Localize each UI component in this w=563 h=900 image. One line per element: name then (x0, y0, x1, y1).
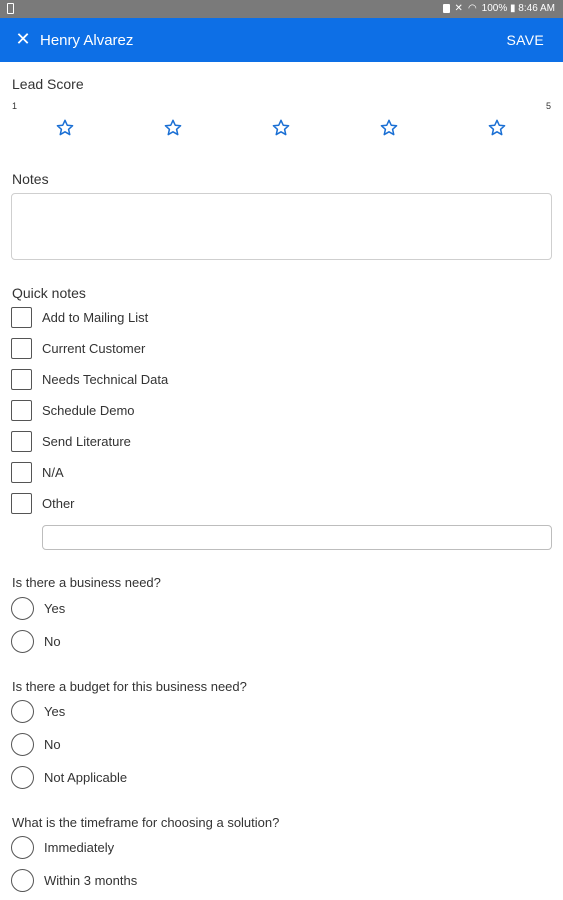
checkbox-box[interactable] (11, 306, 32, 328)
checkbox-label: Add to Mailing List (42, 309, 149, 325)
notes-label: Notes (12, 171, 49, 187)
star-icon[interactable] (163, 118, 183, 138)
checkbox-label: Schedule Demo (42, 402, 135, 418)
radio-button[interactable] (11, 766, 34, 789)
lead-score-min-label: 1 (12, 101, 18, 111)
sim-card-icon (7, 3, 14, 14)
quick-note-checkbox[interactable]: Other (11, 492, 75, 514)
app-bar: ✕ Henry Alvarez SAVE (0, 18, 563, 62)
checkbox-box[interactable] (11, 399, 32, 421)
checkbox-box[interactable] (11, 368, 32, 390)
checkbox-label: Current Customer (42, 340, 146, 356)
quick-note-checkbox[interactable]: N/A (11, 461, 64, 483)
checkbox-label: Other (42, 495, 75, 511)
battery-saver-icon (442, 4, 450, 13)
radio-button[interactable] (11, 733, 34, 756)
radio-button[interactable] (11, 869, 34, 892)
radio-label: Within 3 months (44, 873, 138, 888)
radio-button[interactable] (11, 630, 34, 653)
page-title: Henry Alvarez (40, 32, 134, 49)
radio-button[interactable] (11, 700, 34, 723)
mute-icon: ✕ (454, 3, 463, 14)
lead-score-label: Lead Score (12, 76, 84, 92)
star-icon[interactable] (487, 118, 507, 138)
checkbox-box[interactable] (11, 461, 32, 483)
notes-input[interactable] (11, 193, 552, 260)
business-need-question: Is there a business need? (12, 575, 161, 590)
checkbox-label: N/A (42, 464, 64, 480)
radio-option[interactable]: Not Applicable (11, 766, 127, 789)
radio-option[interactable]: No (11, 630, 61, 653)
quick-note-checkbox[interactable]: Send Literature (11, 430, 131, 452)
checkbox-label: Needs Technical Data (42, 371, 169, 387)
checkbox-label: Send Literature (42, 433, 131, 449)
radio-button[interactable] (11, 836, 34, 859)
radio-option[interactable]: Immediately (11, 836, 114, 859)
status-indicators: ✕ ◠ 100% ▮ 8:46 AM (442, 3, 555, 14)
save-button[interactable]: SAVE (506, 32, 544, 48)
radio-label: No (44, 737, 61, 752)
checkbox-box[interactable] (11, 492, 32, 514)
radio-option[interactable]: No (11, 733, 61, 756)
timeframe-question: What is the timeframe for choosing a sol… (12, 815, 280, 830)
other-text-input[interactable] (42, 525, 552, 550)
star-icon[interactable] (271, 118, 291, 138)
checkbox-box[interactable] (11, 430, 32, 452)
star-icon[interactable] (55, 118, 75, 138)
budget-question: Is there a budget for this business need… (12, 679, 247, 694)
quick-note-checkbox[interactable]: Needs Technical Data (11, 368, 168, 390)
radio-label: Yes (44, 601, 66, 616)
radio-button[interactable] (11, 597, 34, 620)
radio-label: Yes (44, 704, 66, 719)
radio-option[interactable]: Yes (11, 700, 65, 723)
wifi-icon: ◠ (467, 3, 477, 14)
close-icon[interactable]: ✕ (14, 30, 32, 48)
quick-note-checkbox[interactable]: Schedule Demo (11, 399, 135, 421)
radio-label: Not Applicable (44, 770, 128, 785)
star-icon[interactable] (379, 118, 399, 138)
status-text: 100% ▮ 8:46 AM (481, 3, 555, 14)
quick-note-checkbox[interactable]: Add to Mailing List (11, 306, 148, 328)
status-bar: ✕ ◠ 100% ▮ 8:46 AM (0, 0, 563, 18)
quick-note-checkbox[interactable]: Current Customer (11, 337, 145, 359)
radio-label: No (44, 634, 61, 649)
radio-option[interactable]: Yes (11, 597, 65, 620)
lead-score-max-label: 5 (546, 101, 552, 111)
radio-label: Immediately (44, 840, 115, 855)
checkbox-box[interactable] (11, 337, 32, 359)
radio-option[interactable]: Within 3 months (11, 869, 137, 892)
quick-notes-label: Quick notes (12, 285, 86, 301)
